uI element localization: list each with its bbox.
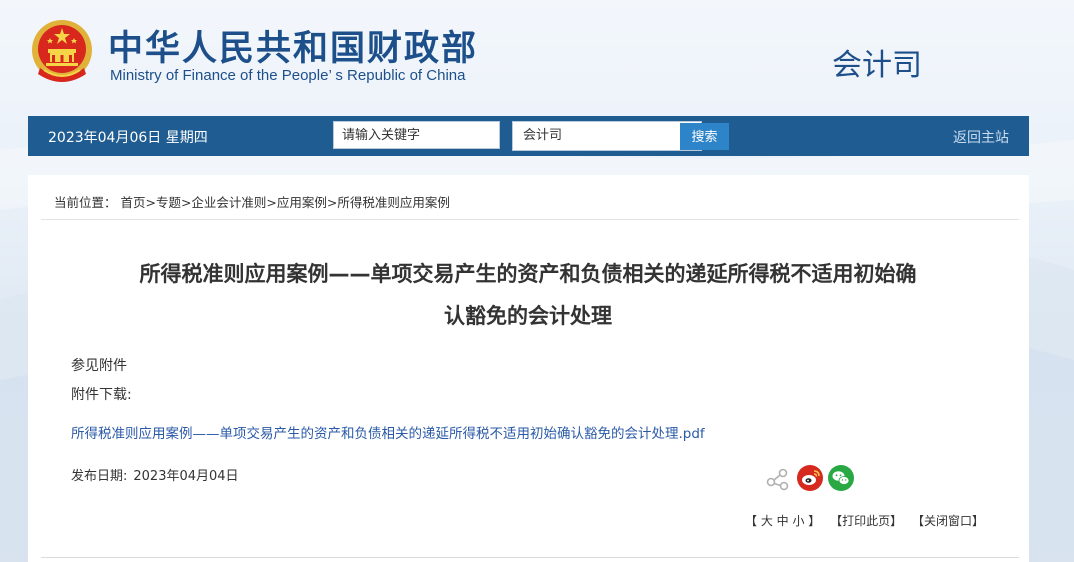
attachment-link[interactable]: 所得税准则应用案例——单项交易产生的资产和负债相关的递延所得税不适用初始确认豁免… xyxy=(71,422,705,442)
breadcrumb[interactable]: 当前位置： 首页>专题>企业会计准则>应用案例>所得税准则应用案例 xyxy=(54,192,450,211)
site-header: 中华人民共和国财政部 Ministry of Finance of the Pe… xyxy=(0,0,1074,115)
bottom-divider xyxy=(41,557,1019,558)
home-link[interactable]: 返回主站 xyxy=(953,127,1009,147)
wechat-icon[interactable] xyxy=(827,464,855,492)
search-scope-value: 会计司 xyxy=(523,128,563,143)
download-label: 附件下载: xyxy=(71,387,132,403)
print-page-button[interactable]: 【打印此页】 xyxy=(830,514,902,528)
department-name: 会计司 xyxy=(832,48,922,83)
site-name-en: Ministry of Finance of the People’ s Rep… xyxy=(110,67,466,84)
search-button[interactable]: 搜索 xyxy=(680,123,729,150)
search-scope-select[interactable]: 会计司 xyxy=(512,121,702,151)
weibo-icon[interactable] xyxy=(796,464,824,492)
see-attachment-text: 参见附件 xyxy=(71,358,127,374)
article-title: 所得税准则应用案例——单项交易产生的资产和负债相关的递延所得税不适用初始确 认豁… xyxy=(68,253,988,337)
page-tools: 【 大 中 小 】 【打印此页】 【关闭窗口】 xyxy=(739,512,984,529)
share-icon[interactable] xyxy=(763,464,791,492)
site-name-cn[interactable]: 中华人民共和国财政部 xyxy=(108,20,478,71)
publish-date: 发布日期: 2023年04月04日 xyxy=(71,465,239,484)
nav-bar: 2023年04月06日 星期四 会计司 搜索 返回主站 xyxy=(28,116,1029,156)
current-date: 2023年04月06日 星期四 xyxy=(48,130,208,146)
article-panel: 当前位置： 首页>专题>企业会计准则>应用案例>所得税准则应用案例 所得税准则应… xyxy=(28,175,1029,562)
article-title-line1: 所得税准则应用案例——单项交易产生的资产和负债相关的递延所得税不适用初始确 xyxy=(139,262,917,286)
article-title-line2: 认豁免的会计处理 xyxy=(444,304,612,328)
publish-date-value: 2023年04月04日 xyxy=(133,469,239,484)
divider xyxy=(41,219,1019,220)
search-input[interactable] xyxy=(333,121,500,149)
font-size-control[interactable]: 【 大 中 小 】 xyxy=(745,514,820,528)
national-emblem-icon xyxy=(32,20,92,82)
publish-date-label: 发布日期: xyxy=(71,469,128,484)
close-window-button[interactable]: 【关闭窗口】 xyxy=(912,514,984,528)
